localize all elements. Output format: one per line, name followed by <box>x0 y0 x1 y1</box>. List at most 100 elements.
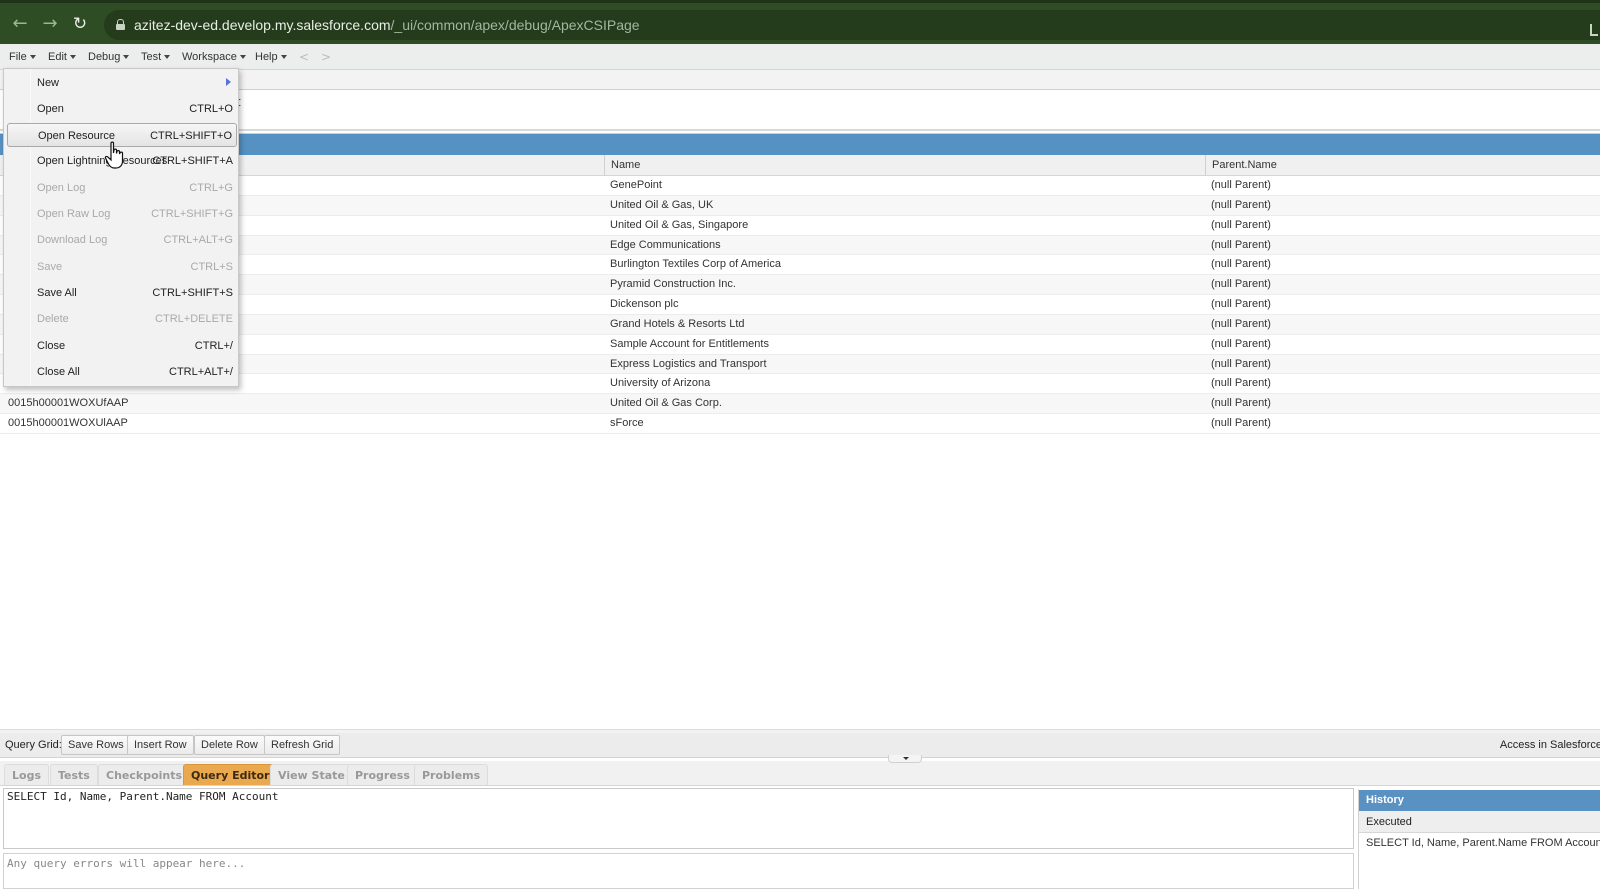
cell-parent-name[interactable]: (null Parent) <box>1205 315 1600 334</box>
refresh-grid-button[interactable]: Refresh Grid <box>264 735 341 755</box>
menu-edit[interactable]: Edit <box>48 51 76 63</box>
file-menu-item-open-log: Open Log CTRL+G <box>7 176 237 200</box>
table-row[interactable]: Grand Hotels & Resorts Ltd (null Parent) <box>0 314 1600 335</box>
extension-icon[interactable] <box>1590 24 1598 36</box>
file-menu-item-new[interactable]: New <box>7 71 237 95</box>
table-row[interactable]: United Oil & Gas, UK (null Parent) <box>0 195 1600 216</box>
cell-parent-name[interactable]: (null Parent) <box>1205 374 1600 393</box>
cell-parent-name[interactable]: (null Parent) <box>1205 355 1600 374</box>
table-row[interactable]: Edge Communications (null Parent) <box>0 235 1600 256</box>
table-row[interactable]: GenePoint (null Parent) <box>0 176 1600 196</box>
reload-button[interactable]: ↻ <box>69 13 91 35</box>
menu-item-label: Delete <box>37 313 69 325</box>
file-menu-item-open-raw-log: Open Raw Log CTRL+SHIFT+G <box>7 202 237 226</box>
cell-name[interactable]: United Oil & Gas Corp. <box>604 394 1205 413</box>
cell-parent-name[interactable]: (null Parent) <box>1205 335 1600 354</box>
table-row[interactable]: University of Arizona (null Parent) <box>0 374 1600 395</box>
cell-id[interactable]: 0015h00001WOXUlAAP <box>0 414 604 433</box>
cell-name[interactable]: United Oil & Gas, Singapore <box>604 216 1205 235</box>
access-in-salesforce-button[interactable]: Access in Salesforce <box>1500 739 1600 751</box>
cell-name[interactable]: University of Arizona <box>604 374 1205 393</box>
menu-file-label: File <box>9 51 27 63</box>
cell-parent-name[interactable]: (null Parent) <box>1205 196 1600 215</box>
cell-parent-name[interactable]: (null Parent) <box>1205 275 1600 294</box>
menu-workspace[interactable]: Workspace <box>182 51 246 63</box>
cell-name[interactable]: United Oil & Gas, UK <box>604 196 1205 215</box>
cell-name[interactable]: GenePoint <box>604 176 1205 195</box>
cell-parent-name[interactable]: (null Parent) <box>1205 394 1600 413</box>
menu-item-label: Close All <box>37 366 80 378</box>
browser-toolbar: ← → ↻ azitez-dev-ed.develop.my.salesforc… <box>0 0 1600 44</box>
file-menu-item-close-all[interactable]: Close All CTRL+ALT+/ <box>7 360 237 384</box>
url-text[interactable]: azitez-dev-ed.develop.my.salesforce.com/… <box>134 17 640 33</box>
menu-item-shortcut: CTRL+SHIFT+S <box>152 287 233 299</box>
cell-name[interactable]: sForce <box>604 414 1205 433</box>
tab-checkpoints[interactable]: Checkpoints <box>98 764 191 785</box>
forward-button[interactable]: → <box>39 13 61 35</box>
table-row[interactable]: 0015h00001WOXUlAAP sForce (null Parent) <box>0 414 1600 434</box>
save-rows-button[interactable]: Save Rows <box>61 735 131 755</box>
caret-down-icon <box>280 55 287 60</box>
delete-row-button[interactable]: Delete Row <box>194 735 265 755</box>
table-row[interactable]: Dickenson plc (null Parent) <box>0 295 1600 315</box>
insert-row-button[interactable]: Insert Row <box>127 735 194 755</box>
menu-item-label: New <box>37 77 60 89</box>
tab-tests[interactable]: Tests <box>50 764 98 785</box>
tab-query-editor[interactable]: Query Editor <box>183 764 278 785</box>
caret-down-icon <box>69 55 76 60</box>
table-row[interactable]: Pyramid Construction Inc. (null Parent) <box>0 275 1600 296</box>
history-entry[interactable]: SELECT Id, Name, Parent.Name FROM Accoun… <box>1359 833 1600 853</box>
menu-item-shortcut: CTRL+ALT+/ <box>169 366 233 378</box>
cell-parent-name[interactable]: (null Parent) <box>1205 216 1600 235</box>
file-menu-item-save-all[interactable]: Save All CTRL+SHIFT+S <box>7 281 237 305</box>
menu-debug[interactable]: Debug <box>88 51 130 63</box>
cell-parent-name[interactable]: (null Parent) <box>1205 255 1600 274</box>
column-header-name[interactable]: Name <box>604 155 1205 176</box>
menu-item-label: Open <box>37 103 64 115</box>
cell-parent-name[interactable]: (null Parent) <box>1205 236 1600 255</box>
next-arrow-icon[interactable]: > <box>321 50 331 64</box>
cell-parent-name[interactable]: (null Parent) <box>1205 414 1600 433</box>
cell-name[interactable]: Pyramid Construction Inc. <box>604 275 1205 294</box>
file-menu-item-open-lightning-resources[interactable]: Open Lightning Resources CTRL+SHIFT+A <box>7 149 237 173</box>
cell-name[interactable]: Express Logistics and Transport <box>604 355 1205 374</box>
cell-parent-name[interactable]: (null Parent) <box>1205 176 1600 195</box>
cell-name[interactable]: Sample Account for Entitlements <box>604 335 1205 354</box>
tab-view-state[interactable]: View State <box>270 764 353 785</box>
cell-name[interactable]: Dickenson plc <box>604 295 1205 314</box>
file-menu-item-open-resource[interactable]: Open Resource CTRL+SHIFT+O <box>7 123 237 147</box>
address-bar[interactable]: azitez-dev-ed.develop.my.salesforce.com/… <box>104 10 1600 40</box>
cell-id[interactable]: 0015h00001WOXUfAAP <box>0 394 604 413</box>
cell-name[interactable]: Burlington Textiles Corp of America <box>604 255 1205 274</box>
column-header-parent-name[interactable]: Parent.Name <box>1205 155 1600 176</box>
tab-logs[interactable]: Logs <box>4 764 49 785</box>
menu-item-label: Open Log <box>37 182 86 194</box>
file-menu-item-open[interactable]: Open CTRL+O <box>7 97 237 121</box>
menu-item-label: Save All <box>37 287 77 299</box>
table-row[interactable]: 0015h00001WOXUfAAP United Oil & Gas Corp.… <box>0 394 1600 415</box>
cell-parent-name[interactable]: (null Parent) <box>1205 295 1600 314</box>
back-button[interactable]: ← <box>9 13 31 35</box>
menu-debug-label: Debug <box>88 51 121 63</box>
menu-test[interactable]: Test <box>141 51 171 63</box>
menu-item-shortcut: CTRL+S <box>190 261 234 273</box>
menu-item-shortcut: CTRL+G <box>189 182 233 194</box>
table-row[interactable]: United Oil & Gas, Singapore (null Parent) <box>0 216 1600 236</box>
history-column-executed[interactable]: Executed <box>1359 811 1600 833</box>
prev-arrow-icon[interactable]: < <box>299 50 309 64</box>
cell-name[interactable]: Grand Hotels & Resorts Ltd <box>604 315 1205 334</box>
editor-area[interactable]: t <box>0 91 1600 131</box>
menu-item-label: Open Raw Log <box>37 208 111 220</box>
menu-item-label: Close <box>37 340 66 352</box>
table-row[interactable]: Burlington Textiles Corp of America (null… <box>0 255 1600 276</box>
tab-problems[interactable]: Problems <box>414 764 489 785</box>
file-menu-item-close[interactable]: Close CTRL+/ <box>7 334 237 358</box>
table-row[interactable]: Sample Account for Entitlements (null Par… <box>0 335 1600 355</box>
collapse-panel-handle[interactable] <box>888 755 922 763</box>
menu-file[interactable]: File <box>9 51 36 63</box>
cell-name[interactable]: Edge Communications <box>604 236 1205 255</box>
tab-progress[interactable]: Progress <box>347 764 418 785</box>
menu-help[interactable]: Help <box>255 51 287 63</box>
table-row[interactable]: Express Logistics and Transport (null Par… <box>0 354 1600 375</box>
query-editor-input[interactable]: SELECT Id, Name, Parent.Name FROM Accoun… <box>3 788 1354 849</box>
